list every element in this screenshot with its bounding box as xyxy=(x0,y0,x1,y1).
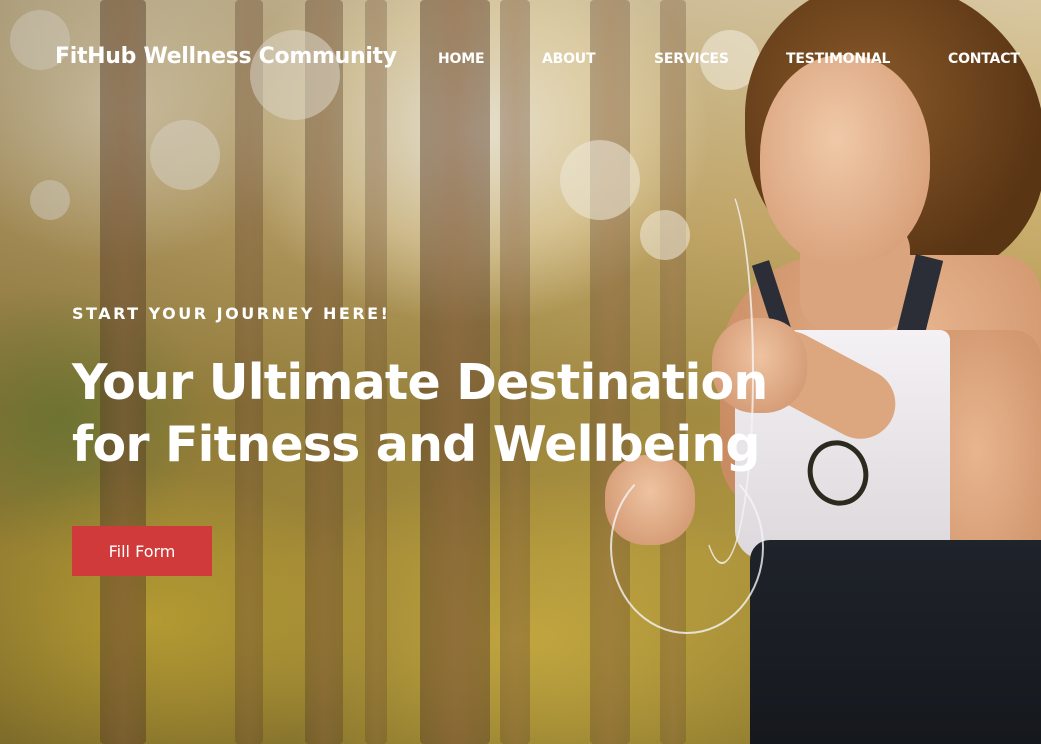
nav-testimonial[interactable]: TESTIMONIAL xyxy=(786,51,890,67)
nav-contact[interactable]: CONTACT xyxy=(948,51,1020,67)
hero-headline: Your Ultimate Destination for Fitness an… xyxy=(72,352,768,476)
fill-form-button[interactable]: Fill Form xyxy=(72,526,212,576)
hero-headline-line-1: Your Ultimate Destination xyxy=(72,354,768,411)
site-header: FitHub Wellness Community HOME ABOUT SER… xyxy=(0,0,1041,120)
hero-headline-line-2: for Fitness and Wellbeing xyxy=(72,416,760,473)
nav-home[interactable]: HOME xyxy=(438,51,485,67)
hero-eyebrow: START YOUR JOURNEY HERE! xyxy=(72,304,391,323)
brand-logo-text[interactable]: FitHub Wellness Community xyxy=(55,44,397,69)
runner-top-lower xyxy=(750,540,1041,744)
earphone-cable xyxy=(610,460,764,634)
nav-services[interactable]: SERVICES xyxy=(654,51,729,67)
nav-about[interactable]: ABOUT xyxy=(542,51,596,67)
